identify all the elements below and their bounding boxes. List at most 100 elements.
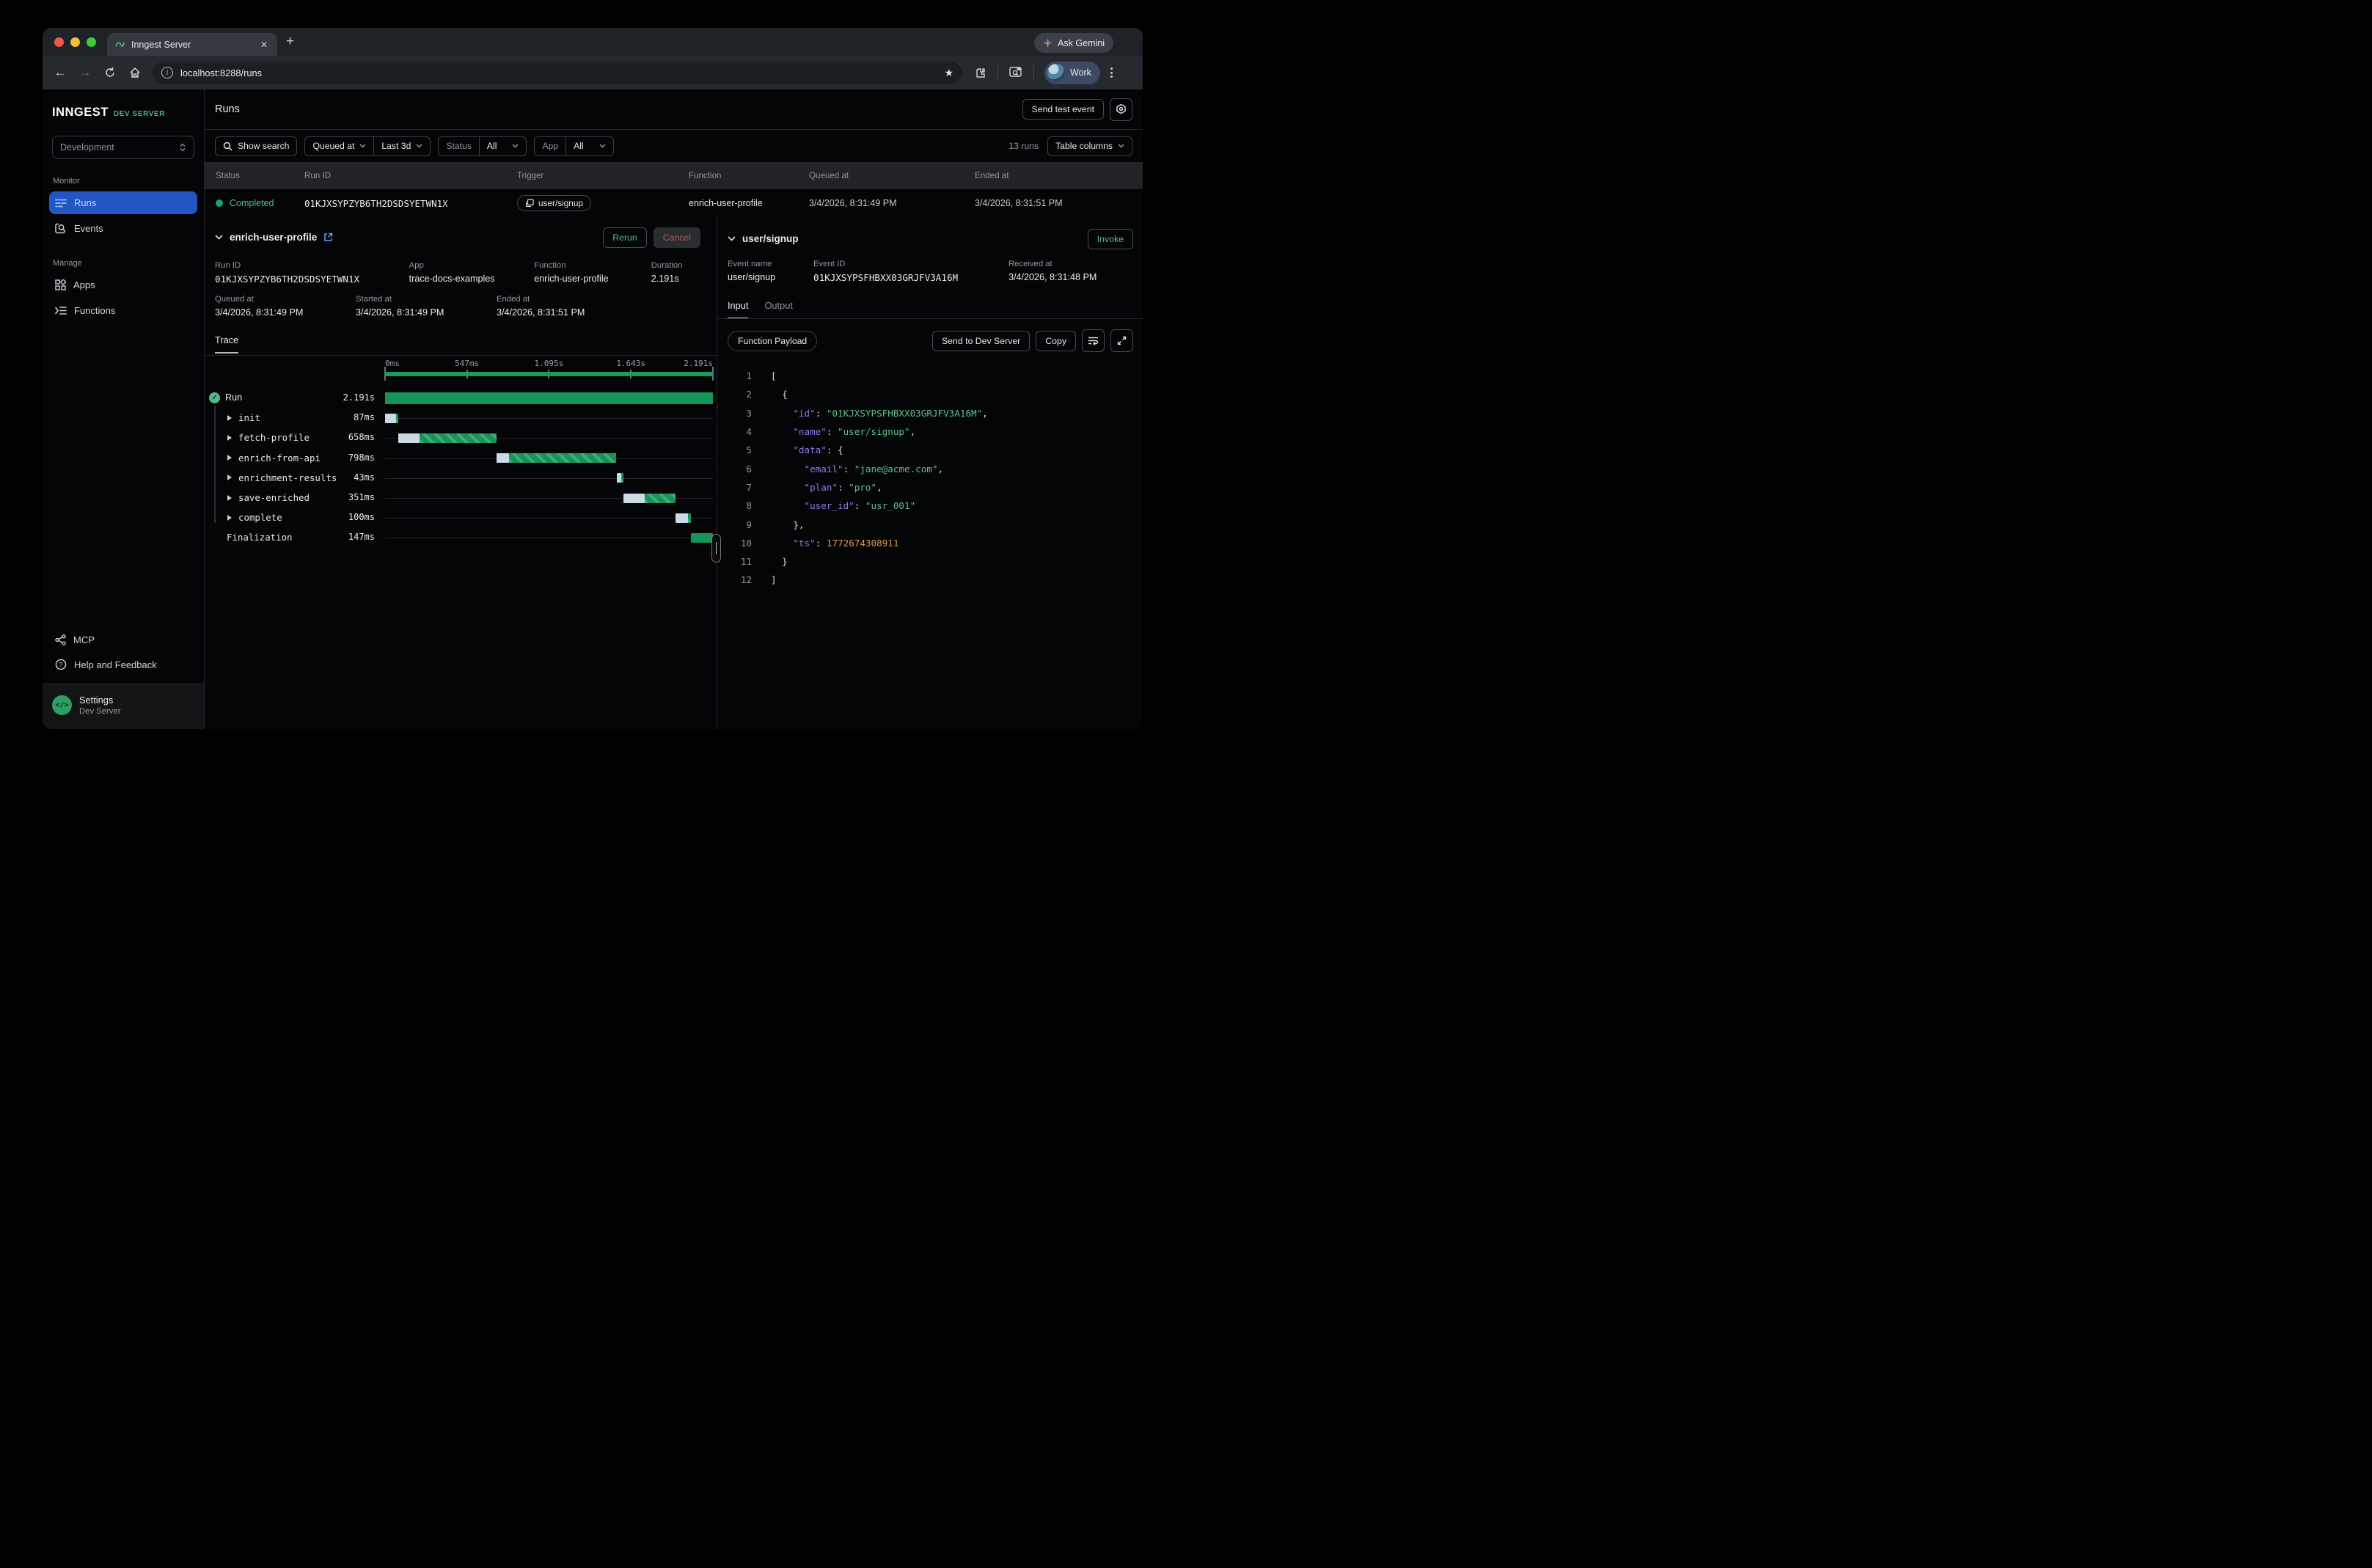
run-detail-split: enrich-user-profile Rerun Cancel Run ID0…	[205, 217, 1143, 729]
trigger-pill[interactable]: user/signup	[517, 195, 591, 211]
new-tab-button[interactable]: +	[286, 34, 294, 50]
span-track	[385, 518, 713, 519]
event-id: 01KJXSYPSFHBXX03GRJFV3A16M	[813, 272, 1009, 283]
bookmark-star-icon[interactable]: ★	[944, 67, 953, 79]
sidebar-item-runs[interactable]: Runs	[49, 191, 197, 214]
tab-output[interactable]: Output	[764, 300, 792, 319]
app-filter[interactable]: App All	[534, 136, 613, 156]
tab-input[interactable]: Input	[728, 300, 748, 319]
tree-guide-line	[214, 406, 216, 523]
expand-chevron-icon	[227, 415, 232, 421]
back-button[interactable]: ←	[53, 65, 67, 80]
invoke-button[interactable]: Invoke	[1088, 229, 1133, 249]
app-link[interactable]: trace-docs-examples	[409, 274, 535, 284]
table-columns-button[interactable]: Table columns	[1047, 136, 1132, 156]
send-test-event-button[interactable]: Send test event	[1022, 99, 1104, 120]
expand-chevron-icon	[227, 495, 232, 501]
payload-code-editor[interactable]: 1[2 {3 "id": "01KJXSYPSFHBXX03GRJFV3A16M…	[728, 367, 1133, 590]
function-link[interactable]: enrich-user-profile	[534, 274, 651, 284]
queued-at-filter[interactable]: Queued at	[305, 137, 373, 155]
browser-toolbar: ← → i localhost:8288/runs ★	[43, 56, 1143, 89]
rerun-button[interactable]: Rerun	[603, 227, 647, 248]
collapse-chevron-icon[interactable]	[728, 236, 736, 241]
url-text[interactable]: localhost:8288/runs	[180, 67, 262, 78]
span-duration: 100ms	[293, 512, 375, 522]
send-to-dev-server-button[interactable]: Send to Dev Server	[932, 331, 1030, 351]
home-button[interactable]	[128, 65, 142, 80]
copy-button[interactable]: Copy	[1036, 331, 1076, 351]
reload-button[interactable]	[103, 65, 117, 80]
expand-button[interactable]	[1110, 329, 1133, 352]
browser-window: Inngest Server ✕ + Ask Gemini ← → i loca…	[43, 28, 1143, 729]
settings-subtitle: Dev Server	[79, 707, 121, 716]
show-search-button[interactable]: Show search	[215, 136, 297, 156]
tab-trace[interactable]: Trace	[215, 334, 238, 353]
span-delay-bar	[398, 433, 420, 443]
filter-bar: Show search Queued at Last 3d	[205, 130, 1143, 162]
inngest-favicon	[114, 39, 125, 50]
minimize-window-button[interactable]	[70, 37, 80, 47]
browser-menu-icon[interactable]	[1110, 67, 1113, 78]
events-icon	[55, 223, 67, 234]
panel-resize-handle[interactable]	[711, 534, 721, 563]
sidebar-item-apps[interactable]: Apps	[49, 274, 197, 296]
side-panel-search-icon[interactable]	[1009, 65, 1023, 80]
span-active-bar	[396, 414, 398, 423]
address-bar[interactable]: i localhost:8288/runs ★	[153, 62, 962, 84]
chevron-down-icon	[512, 144, 519, 148]
axis-tick-label: 2.191s	[684, 359, 713, 368]
axis-tick-label: 1.095s	[535, 359, 564, 368]
sidebar-item-mcp[interactable]: MCP	[49, 629, 197, 651]
table-header: Status Run ID Trigger Function Queued at…	[205, 162, 1143, 189]
desktop: Inngest Server ✕ + Ask Gemini ← → i loca…	[0, 0, 1186, 784]
tab-strip: Inngest Server ✕ + Ask Gemini	[43, 28, 1143, 56]
word-wrap-button[interactable]	[1082, 329, 1105, 352]
inngest-logo: INNGEST	[52, 106, 109, 120]
span-active-bar	[688, 513, 691, 523]
close-window-button[interactable]	[54, 37, 64, 47]
chevron-down-icon	[599, 144, 606, 148]
sidebar: INNGEST DEV SERVER Development Monitor R…	[43, 89, 205, 729]
axis-tick-label: 547ms	[455, 359, 479, 368]
detail-run-id: 01KJXSYPZYB6TH2DSDSYETWN1X	[215, 274, 409, 285]
expand-chevron-icon	[227, 435, 232, 441]
external-link-icon[interactable]	[323, 232, 333, 242]
ask-gemini-button[interactable]: Ask Gemini	[1034, 33, 1113, 53]
code-line: 10 "ts": 1772674308911	[728, 534, 1133, 552]
trace-waterfall: 0ms547ms1.095s1.643s2.191s✓Run2.191sinit…	[205, 356, 717, 576]
svg-text:?: ?	[59, 661, 63, 668]
time-range-filter[interactable]: Last 3d	[373, 137, 430, 155]
forward-button[interactable]: →	[78, 65, 92, 80]
span-active-bar	[645, 494, 676, 503]
time-filter: Queued at Last 3d	[304, 136, 431, 156]
code-line: 3 "id": "01KJXSYPSFHBXX03GRJFV3A16M",	[728, 404, 1133, 422]
settings-entry[interactable]: </> Settings Dev Server	[43, 684, 204, 729]
sidebar-item-help[interactable]: ? Help and Feedback	[49, 653, 197, 676]
span-delay-bar	[676, 513, 687, 523]
table-row[interactable]: Completed 01KJXSYPZYB6TH2DSDSYETWN1X use…	[205, 189, 1143, 217]
site-info-icon[interactable]: i	[161, 67, 173, 78]
dev-server-settings-button[interactable]	[1110, 98, 1132, 121]
profile-button[interactable]: Work	[1044, 62, 1100, 84]
sidebar-item-events[interactable]: Events	[49, 217, 197, 240]
span-active-bar	[420, 433, 497, 443]
extensions-icon[interactable]	[973, 65, 987, 80]
environment-select[interactable]: Development	[52, 136, 194, 159]
maximize-window-button[interactable]	[87, 37, 96, 47]
tab-close-icon[interactable]: ✕	[258, 40, 270, 50]
browser-tab[interactable]: Inngest Server ✕	[107, 33, 277, 56]
collapse-chevron-icon[interactable]	[215, 235, 223, 240]
span-name: Run	[225, 392, 242, 403]
profile-avatar	[1047, 64, 1065, 81]
code-line: 8 "user_id": "usr_001"	[728, 497, 1133, 515]
function-payload-pill[interactable]: Function Payload	[728, 331, 817, 351]
cancel-button[interactable]: Cancel	[654, 227, 700, 248]
sidebar-item-functions[interactable]: Functions	[49, 299, 197, 322]
monitor-section-label: Monitor	[53, 177, 204, 186]
code-line: 12]	[728, 571, 1133, 589]
event-name: user/signup	[728, 272, 813, 282]
tab-title: Inngest Server	[131, 40, 258, 50]
status-filter[interactable]: Status All	[438, 136, 527, 156]
chevron-down-icon	[416, 144, 422, 148]
code-line: 4 "name": "user/signup",	[728, 422, 1133, 441]
